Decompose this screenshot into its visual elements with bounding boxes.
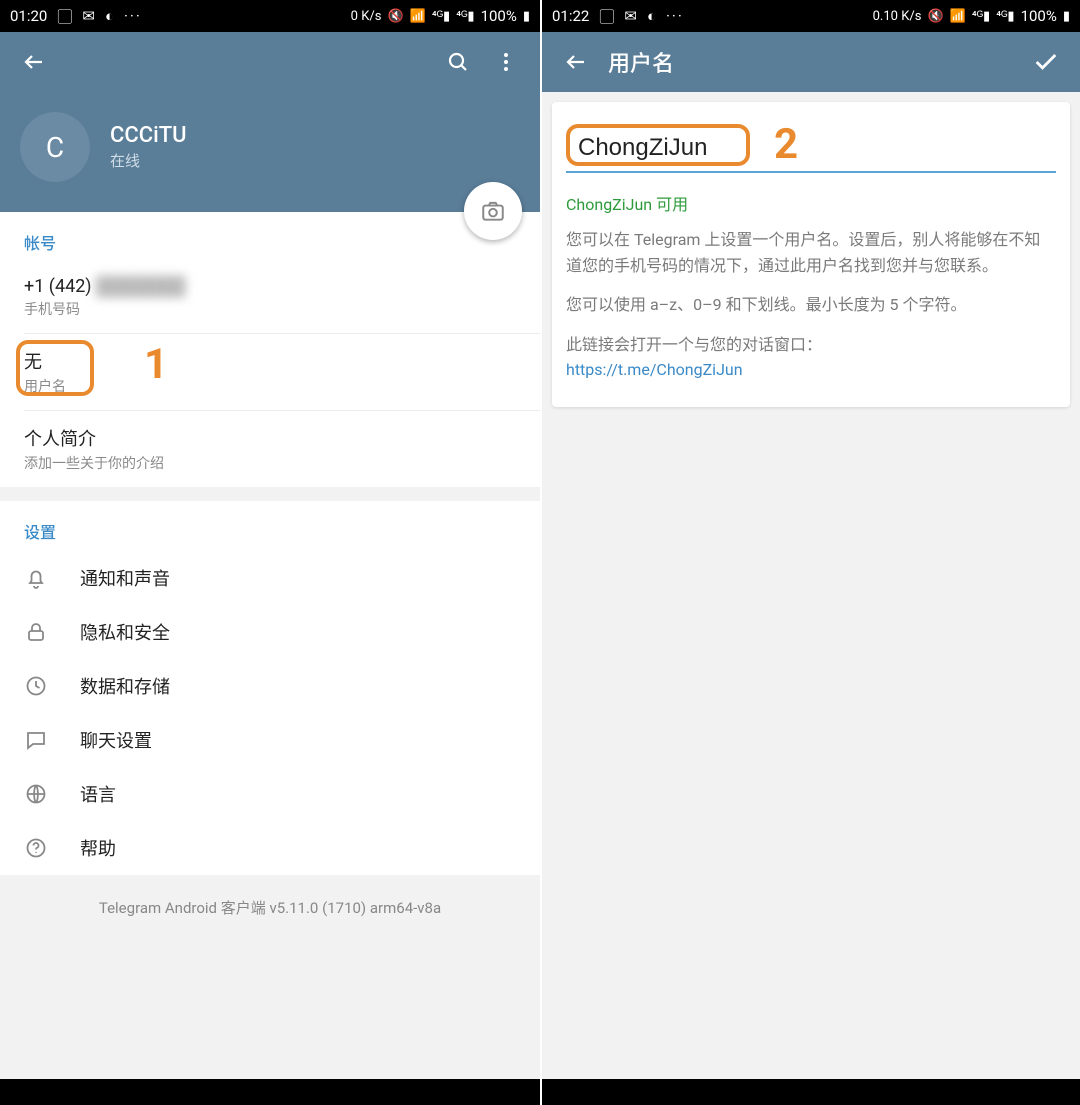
nav-bar <box>542 1079 1080 1105</box>
status-bar: 01:22 ▢ ✉ ◐ ··· 0.10 K/s 🔇 📶 ⁴ᴳ▮ ⁴ᴳ▮ 100… <box>542 0 1080 32</box>
wifi-icon: 📶 <box>950 9 966 24</box>
status-mail-icon: ✉ <box>82 7 95 25</box>
settings-chat[interactable]: 聊天设置 <box>0 713 540 767</box>
lock-icon <box>24 620 80 644</box>
bio-value: 个人简介 <box>24 425 516 451</box>
status-more-icon: ··· <box>666 7 684 25</box>
settings-data[interactable]: 数据和存储 <box>0 659 540 713</box>
signal-icon-2: ⁴ᴳ▮ <box>456 8 474 24</box>
help-text-2: 您可以使用 a–z、0–9 和下划线。最小长度为 5 个字符。 <box>566 292 1056 318</box>
confirm-button[interactable] <box>1022 38 1070 86</box>
phone-hidden: ███████ <box>96 276 185 297</box>
avatar-initial: C <box>46 131 64 164</box>
battery-icon: ▮ <box>1063 9 1070 24</box>
username-item[interactable]: 无 用户名 1 <box>0 334 540 410</box>
status-battery: 100% <box>481 7 517 25</box>
username-label: 用户名 <box>24 376 516 396</box>
highlight-box-2 <box>566 124 750 166</box>
help-icon <box>24 836 80 860</box>
avatar[interactable]: C <box>20 112 90 182</box>
settings-item-label: 数据和存储 <box>80 673 170 699</box>
status-more-icon: ··· <box>124 7 142 25</box>
settings-item-label: 隐私和安全 <box>80 619 170 645</box>
availability-text: ChongZiJun 可用 <box>566 191 1056 215</box>
settings-item-label: 通知和声音 <box>80 565 170 591</box>
settings-item-label: 帮助 <box>80 835 116 861</box>
phone-label: 手机号码 <box>24 299 516 319</box>
status-notif-icon: ▢ <box>57 6 72 27</box>
settings-language[interactable]: 语言 <box>0 767 540 821</box>
phone-item[interactable]: +1 (442) ███████ 手机号码 <box>0 262 540 333</box>
search-button[interactable] <box>434 38 482 86</box>
profile-link[interactable]: https://t.me/ChongZiJun <box>566 360 743 379</box>
bio-label: 添加一些关于你的介绍 <box>24 453 516 473</box>
globe-icon <box>24 782 80 806</box>
status-mail-icon: ✉ <box>624 7 637 25</box>
username-input[interactable] <box>578 134 738 162</box>
version-footer: Telegram Android 客户端 v5.11.0 (1710) arm6… <box>0 875 540 1079</box>
back-button[interactable] <box>552 38 600 86</box>
help-text-1: 您可以在 Telegram 上设置一个用户名。设置后，别人将能够在不知道您的手机… <box>566 227 1056 278</box>
mute-icon: 🔇 <box>927 9 943 24</box>
clock-icon <box>24 674 80 698</box>
status-chat-icon: ◐ <box>647 7 656 25</box>
profile-name: CCCiTU <box>110 123 187 148</box>
status-net: 0.10 K/s <box>873 9 922 24</box>
signal-icon: ⁴ᴳ▮ <box>432 8 450 24</box>
status-time: 01:20 <box>10 7 47 25</box>
help-text-3: 此链接会打开一个与您的对话窗口： https://t.me/ChongZiJun <box>566 332 1056 383</box>
annotation-2: 2 <box>774 120 798 169</box>
status-bar: 01:20 ▢ ✉ ◐ ··· 0 K/s 🔇 📶 ⁴ᴳ▮ ⁴ᴳ▮ 100% ▮ <box>0 0 540 32</box>
more-button[interactable] <box>482 38 530 86</box>
screen-profile: 01:20 ▢ ✉ ◐ ··· 0 K/s 🔇 📶 ⁴ᴳ▮ ⁴ᴳ▮ 100% ▮ <box>0 0 540 1105</box>
status-net: 0 K/s <box>351 9 382 24</box>
settings-notifications[interactable]: 通知和声音 <box>0 551 540 605</box>
camera-button[interactable] <box>464 182 522 240</box>
wifi-icon: 📶 <box>410 9 426 24</box>
account-header: 帐号 <box>0 212 540 262</box>
battery-icon: ▮ <box>523 9 530 24</box>
chat-icon <box>24 728 80 752</box>
back-button[interactable] <box>10 38 58 86</box>
account-section: 帐号 +1 (442) ███████ 手机号码 无 用户名 1 个人简介 <box>0 212 540 487</box>
app-bar <box>0 32 540 92</box>
page-title: 用户名 <box>608 46 674 78</box>
signal-icon: ⁴ᴳ▮ <box>972 8 990 24</box>
settings-help[interactable]: 帮助 <box>0 821 540 875</box>
nav-bar <box>0 1079 540 1105</box>
phone-value: +1 (442) <box>24 276 92 297</box>
username-value: 无 <box>24 348 516 374</box>
settings-header: 设置 <box>0 501 540 551</box>
bell-icon <box>24 566 80 590</box>
settings-item-label: 语言 <box>80 781 116 807</box>
settings-item-label: 聊天设置 <box>80 727 152 753</box>
profile-status: 在线 <box>110 150 187 171</box>
settings-section: 设置 通知和声音 隐私和安全 数据和存储 聊天设置 <box>0 501 540 875</box>
status-chat-icon: ◐ <box>105 7 114 25</box>
annotation-1: 1 <box>144 340 168 389</box>
signal-icon-2: ⁴ᴳ▮ <box>996 8 1014 24</box>
bio-item[interactable]: 个人简介 添加一些关于你的介绍 <box>0 411 540 487</box>
input-underline <box>566 171 1056 173</box>
app-bar: 用户名 <box>542 32 1080 92</box>
status-notif-icon: ▢ <box>599 6 614 27</box>
mute-icon: 🔇 <box>387 9 403 24</box>
profile-header: C CCCiTU 在线 <box>0 92 540 212</box>
screen-username: 01:22 ▢ ✉ ◐ ··· 0.10 K/s 🔇 📶 ⁴ᴳ▮ ⁴ᴳ▮ 100… <box>540 0 1080 1105</box>
settings-privacy[interactable]: 隐私和安全 <box>0 605 540 659</box>
status-time: 01:22 <box>552 7 589 25</box>
status-battery: 100% <box>1021 7 1057 25</box>
username-card: 2 ChongZiJun 可用 您可以在 Telegram 上设置一个用户名。设… <box>552 102 1070 407</box>
